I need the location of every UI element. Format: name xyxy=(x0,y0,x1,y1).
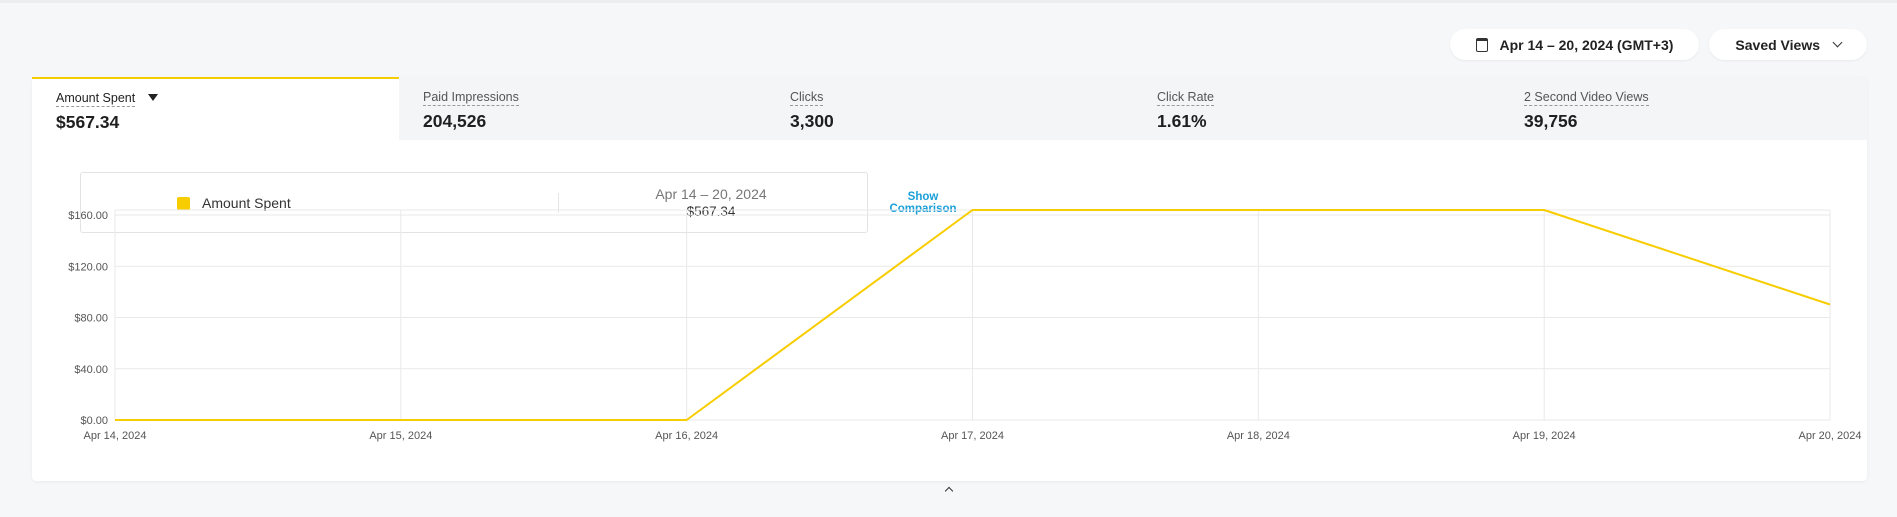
y-tick-label: $120.00 xyxy=(68,261,108,273)
chevron-up-icon xyxy=(944,486,954,496)
y-tick-label: $0.00 xyxy=(80,415,108,427)
saved-views-label: Saved Views xyxy=(1735,36,1820,53)
y-tick-label: $40.00 xyxy=(74,364,108,376)
x-tick-label: Apr 15, 2024 xyxy=(369,430,432,442)
x-tick-label: Apr 19, 2024 xyxy=(1513,430,1576,442)
x-tick-label: Apr 20, 2024 xyxy=(1799,430,1862,442)
y-tick-label: $160.00 xyxy=(68,210,108,222)
x-tick-label: Apr 14, 2024 xyxy=(84,430,147,442)
calendar-icon xyxy=(1475,37,1488,52)
chevron-down-icon xyxy=(1832,37,1843,48)
collapse-button[interactable] xyxy=(942,484,956,498)
date-range-label: Apr 14 – 20, 2024 (GMT+3) xyxy=(1499,36,1674,53)
top-divider xyxy=(0,0,1897,3)
x-tick-label: Apr 18, 2024 xyxy=(1227,430,1290,442)
saved-views-button[interactable]: Saved Views xyxy=(1709,29,1867,60)
line-chart: $0.00 $40.00 $80.00 $120.00 $160.00 Apr 14, 2… xyxy=(68,209,1862,442)
top-toolbar: Apr 14 – 20, 2024 (GMT+3) Saved Views xyxy=(1449,29,1867,60)
metrics-card: Amount Spent $567.34 Paid Impressions 20… xyxy=(32,77,1867,481)
x-tick-label: Apr 17, 2024 xyxy=(941,430,1004,442)
y-tick-label: $80.00 xyxy=(74,313,108,325)
date-range-button[interactable]: Apr 14 – 20, 2024 (GMT+3) xyxy=(1449,29,1700,60)
x-tick-label: Apr 16, 2024 xyxy=(655,430,718,442)
